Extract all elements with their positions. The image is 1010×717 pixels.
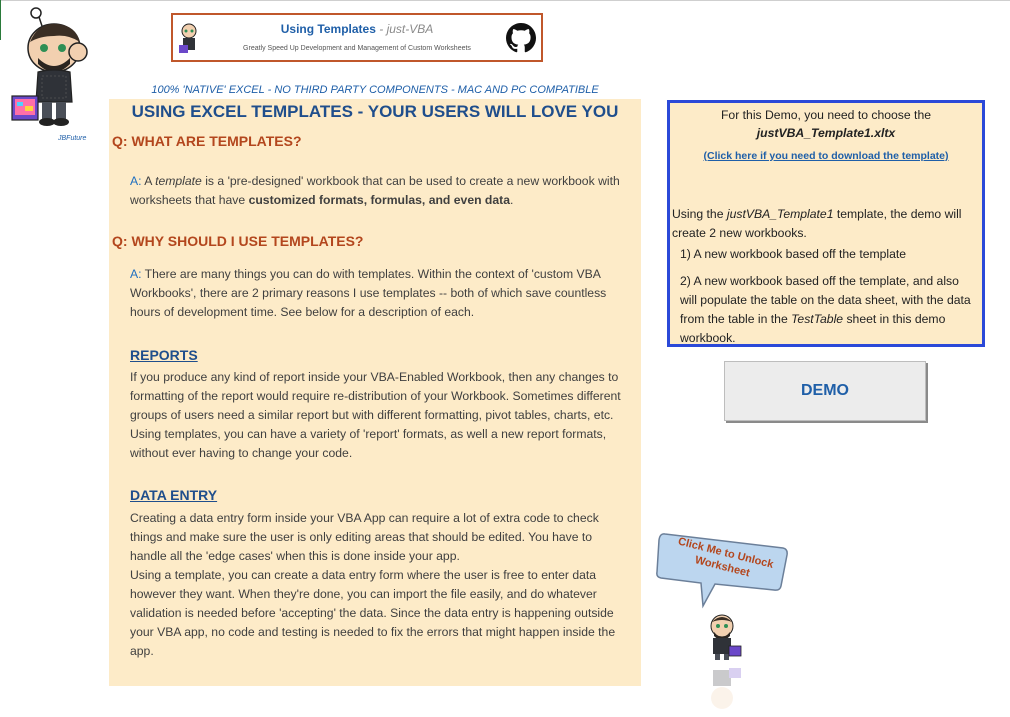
answer-why-use-templates: A: There are many things you can do with… [130, 265, 630, 322]
question-why-use-templates: Q: WHY SHOULD I USE TEMPLATES? [112, 233, 364, 249]
page-title: USING EXCEL TEMPLATES - YOUR USERS WILL … [131, 102, 619, 121]
demo-button[interactable]: DEMO [724, 361, 926, 421]
grid-top-line [0, 0, 1010, 1]
data-entry-heading: DATA ENTRY [130, 487, 218, 503]
using-pre: Using the [672, 207, 727, 221]
banner-title: Using Templates - just-VBA [173, 22, 541, 36]
banner-title-sep: - [375, 22, 387, 36]
answer1-end: . [509, 193, 514, 207]
native-excel-note: 100% 'NATIVE' EXCEL - NO THIRD PARTY COM… [151, 84, 599, 96]
download-template-link[interactable]: (Click here if you need to download the … [703, 150, 948, 162]
main-content-panel: USING EXCEL TEMPLATES - YOUR USERS WILL … [109, 99, 641, 686]
infobox-item-2: 2) A new workbook based off the template… [680, 272, 976, 348]
github-icon[interactable] [506, 23, 536, 53]
banner-subtitle: Greatly Speed Up Development and Managem… [243, 45, 471, 52]
mascot-caption: JBFuture [57, 135, 87, 142]
reports-text: If you produce any kind of report inside… [130, 370, 621, 460]
demo-instructions-box: For this Demo, you need to choose the ju… [667, 100, 985, 347]
infobox-item-1: 1) A new workbook based off the template [680, 247, 907, 261]
mascot-image: JBFuture [11, 7, 88, 142]
answer-label: A: [130, 174, 142, 188]
banner-title-sub: just-VBA [386, 22, 434, 36]
sheet-edge-line [0, 0, 1, 40]
infobox-line1: For this Demo, you need to choose the [720, 108, 931, 122]
answer-what-are-templates: A: A template is a 'pre-designed' workbo… [130, 172, 630, 210]
answer2-text: There are many things you can do with te… [130, 267, 607, 319]
answer1-bold: customized formats, formulas, and even d… [248, 193, 510, 207]
download-template-link-row: (Click here if you need to download the … [670, 148, 982, 162]
question-what-are-templates: Q: WHAT ARE TEMPLATES? [112, 133, 302, 149]
item2-em: TestTable [791, 312, 844, 326]
header-banner[interactable]: Using Templates - just-VBA Greatly Speed… [171, 13, 543, 62]
infobox-using-text: Using the justVBA_Template1 template, th… [672, 205, 976, 243]
using-em: justVBA_Template1 [726, 207, 834, 221]
banner-title-main: Using Templates [280, 22, 376, 36]
reports-heading: REPORTS [130, 347, 198, 363]
small-mascot-image [710, 614, 742, 709]
data-entry-text-2: Using a template, you can create a data … [130, 568, 616, 658]
data-entry-text-1: Creating a data entry form inside your V… [130, 511, 599, 563]
answer1-em: template [155, 174, 202, 188]
answer1-pre: A [141, 174, 156, 188]
answer-label: A: [130, 267, 142, 281]
template-filename: justVBA_Template1.xltx [756, 126, 896, 140]
